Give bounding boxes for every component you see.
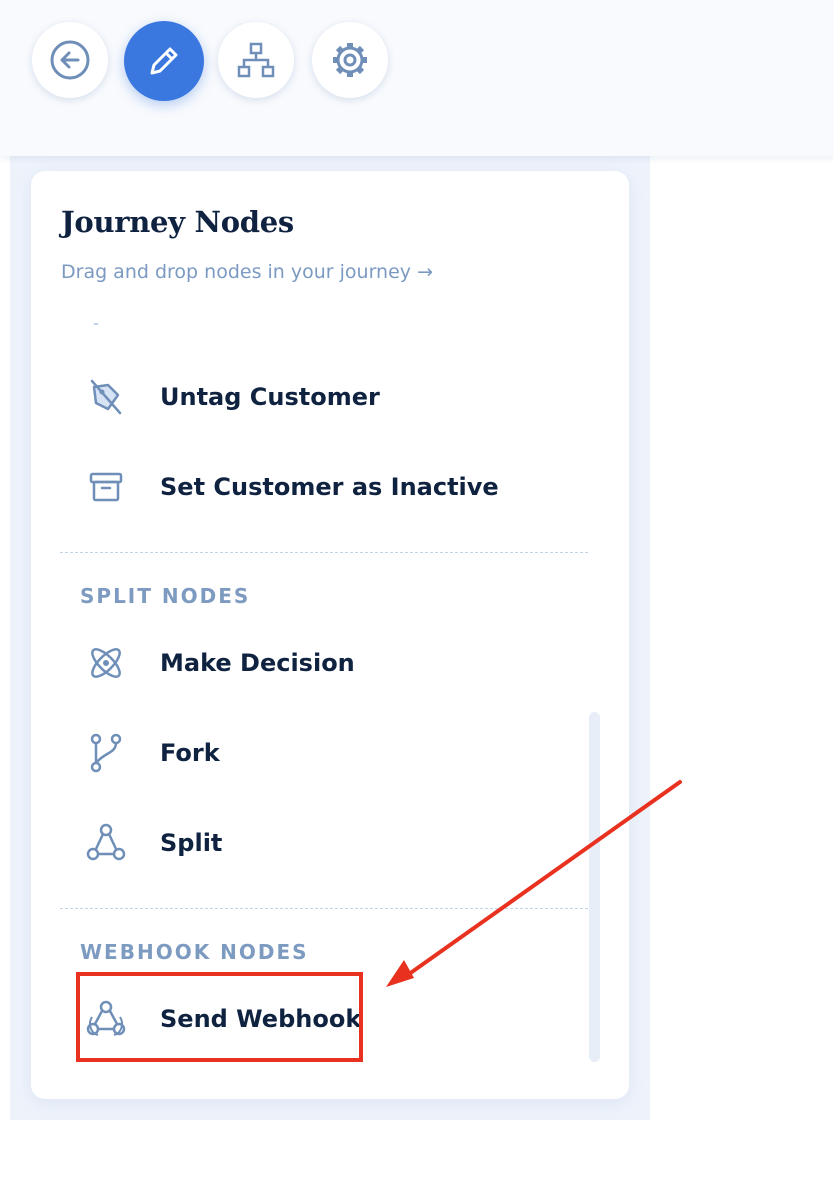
annotation-arrow [386, 780, 682, 987]
